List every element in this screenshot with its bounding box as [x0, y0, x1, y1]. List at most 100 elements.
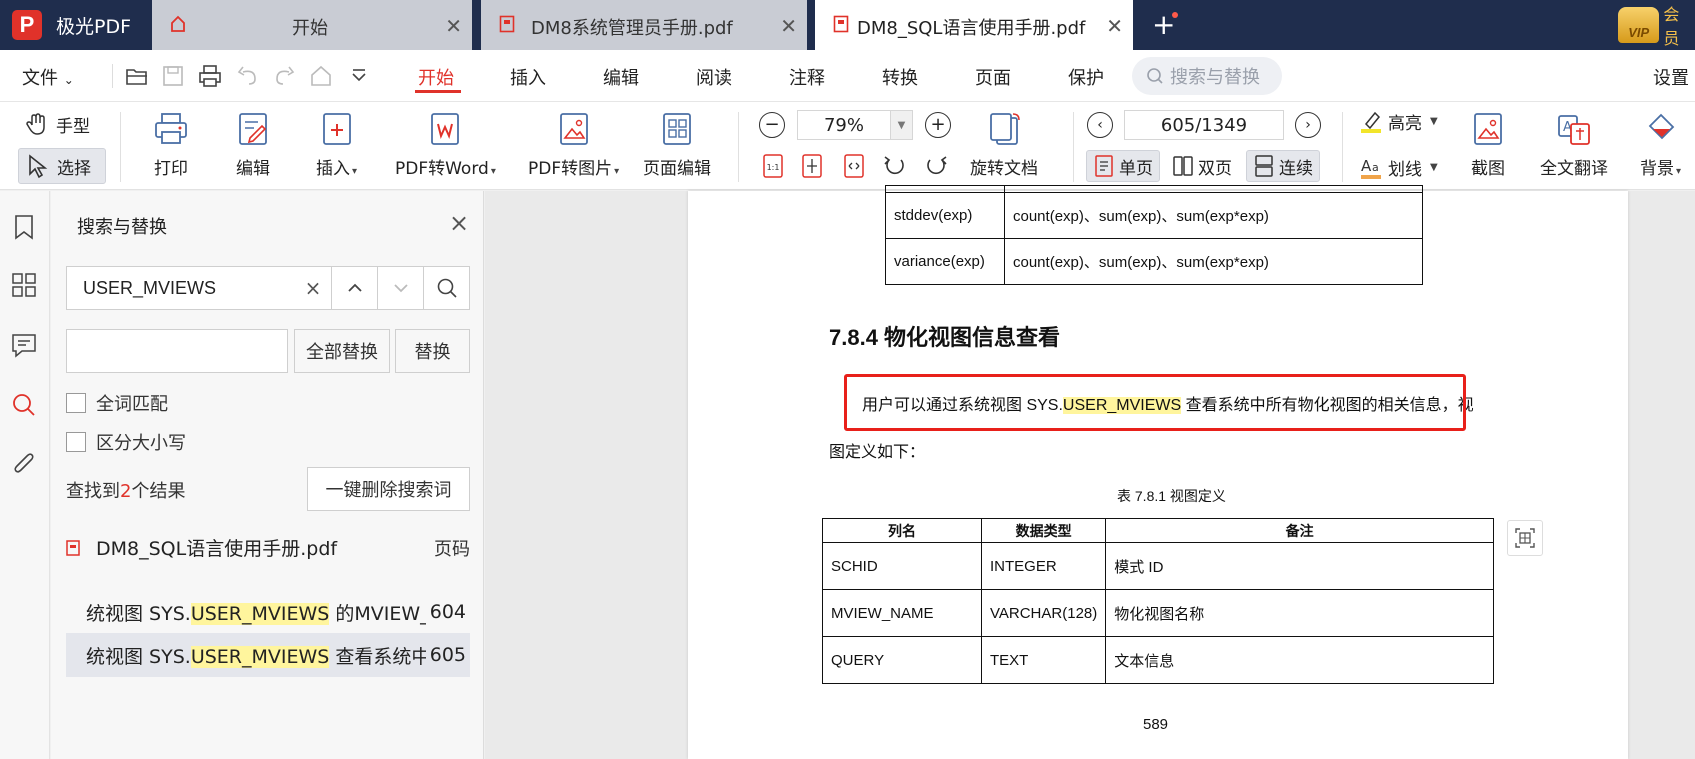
replace-input[interactable]: [66, 329, 288, 373]
customize-dropdown-icon[interactable]: [346, 63, 372, 89]
translate-icon: A: [1558, 115, 1590, 145]
attachment-icon[interactable]: [10, 451, 38, 479]
zoom-in-button[interactable]: +: [925, 112, 951, 138]
tab-dm8-admin-close-icon[interactable]: ✕: [780, 14, 797, 38]
menu-separator: [112, 64, 113, 88]
home-icon[interactable]: [308, 63, 334, 89]
menu-search-box[interactable]: 搜索与替换: [1132, 57, 1282, 95]
translate-button[interactable]: A 全文翻译: [1540, 110, 1608, 179]
search-result-item-selected[interactable]: 统视图 SYS.USER_MVIEWS 查看系统中所 605: [66, 633, 470, 677]
file-menu[interactable]: 文件 ⌄: [22, 64, 74, 90]
zoom-out-button[interactable]: −: [759, 112, 785, 138]
tab-home[interactable]: 开始 ✕: [152, 0, 472, 50]
undo-icon[interactable]: [235, 63, 261, 89]
settings-button[interactable]: 设置: [1653, 64, 1689, 90]
result-page-number: 605: [429, 644, 466, 666]
replace-all-button[interactable]: 全部替换: [294, 329, 390, 373]
match-case-checkbox[interactable]: 区分大小写: [66, 429, 186, 455]
tab-home-label: 开始: [292, 18, 328, 39]
tab-dm8-admin[interactable]: DM8系统管理员手册.pdf ✕: [481, 0, 807, 50]
menu-start[interactable]: 开始: [418, 64, 454, 90]
menu-protect[interactable]: 保护: [1068, 64, 1104, 90]
title-bar: P 极光PDF 开始 ✕ DM8系统管理员手册.pdf ✕ DM8_SQL语言使…: [0, 0, 1695, 50]
menu-active-underline: [415, 90, 461, 93]
screenshot-icon: [1474, 113, 1502, 145]
double-page-view-button[interactable]: 双页: [1166, 150, 1238, 182]
thumbnails-icon[interactable]: [10, 271, 38, 299]
app-logo-area: P 极光PDF: [0, 0, 150, 50]
menu-convert[interactable]: 转换: [882, 64, 918, 90]
menu-page[interactable]: 页面: [975, 64, 1011, 90]
comment-icon[interactable]: [10, 331, 38, 359]
background-button[interactable]: 背景 ▾: [1640, 110, 1681, 179]
table-caption: 表 7.8.1 视图定义: [1117, 488, 1226, 504]
continuous-label: 连续: [1279, 158, 1313, 179]
actual-size-icon[interactable]: 1:1: [759, 152, 787, 180]
search-result-item[interactable]: 统视图 SYS.USER_MVIEWS 的MVIEW_T 604: [66, 590, 470, 634]
table-cell: count(exp)、sum(exp)、sum(exp*exp): [1004, 192, 1423, 239]
fit-width-icon[interactable]: [840, 152, 868, 180]
highlight-button[interactable]: 高亮 ▼: [1358, 108, 1438, 134]
tab-home-close-icon[interactable]: ✕: [445, 14, 462, 38]
insert-button[interactable]: 插入 ▾: [316, 110, 357, 179]
next-result-button[interactable]: [377, 267, 423, 309]
menu-insert[interactable]: 插入: [510, 64, 546, 90]
pdf-to-word-button[interactable]: PDF转Word ▾: [395, 110, 496, 179]
vip-crown-icon: VIP: [1618, 7, 1660, 43]
page-number-input[interactable]: 605/1349: [1124, 110, 1284, 140]
search-icon: [1147, 68, 1163, 84]
whole-word-checkbox[interactable]: 全词匹配: [66, 390, 168, 416]
search-icon[interactable]: [10, 391, 38, 419]
tab-dm8-sql[interactable]: DM8_SQL语言使用手册.pdf ✕: [815, 0, 1133, 50]
chevron-down-icon[interactable]: ▼: [890, 111, 912, 139]
strikethrough-button[interactable]: Aa 划线 ▼: [1358, 154, 1438, 180]
table-recognize-button[interactable]: [1507, 520, 1543, 556]
chevron-down-icon: ▼: [1430, 161, 1438, 173]
background-label: 背景 ▾: [1640, 159, 1682, 179]
chevron-up-icon: [347, 283, 362, 292]
panel-close-icon[interactable]: ×: [449, 209, 469, 237]
clear-search-terms-button[interactable]: 一键删除搜索词: [307, 467, 470, 511]
previous-result-button[interactable]: [331, 267, 377, 309]
select-tool-button[interactable]: 选择: [18, 148, 106, 184]
result-text: 统视图 SYS.USER_MVIEWS 的MVIEW_T: [86, 602, 426, 625]
redo-icon[interactable]: [271, 63, 297, 89]
search-input[interactable]: USER_MVIEWS: [67, 267, 295, 309]
table-row: stddev(exp) count(exp)、sum(exp)、sum(exp*…: [885, 192, 1423, 239]
double-page-label: 双页: [1198, 158, 1232, 179]
single-page-view-button[interactable]: 单页: [1086, 150, 1160, 182]
hand-tool-button[interactable]: 手型: [18, 106, 106, 142]
checkbox-box[interactable]: [66, 432, 86, 452]
paint-bucket-icon: [1648, 113, 1674, 140]
next-page-button[interactable]: ›: [1295, 112, 1321, 138]
page-edit-button[interactable]: 页面编辑: [643, 110, 711, 179]
table-cell: stddev(exp): [885, 192, 1005, 239]
zoom-select[interactable]: 79% ▼: [797, 110, 913, 140]
rotate-document-button[interactable]: 旋转文档: [970, 110, 1038, 179]
screenshot-button[interactable]: 截图: [1469, 110, 1507, 179]
fit-page-icon[interactable]: [798, 152, 826, 180]
menu-edit[interactable]: 编辑: [603, 64, 639, 90]
continuous-view-button[interactable]: 连续: [1246, 150, 1320, 182]
pdf-to-image-button[interactable]: PDF转图片 ▾: [528, 110, 619, 179]
tab-dm8-sql-close-icon[interactable]: ✕: [1106, 14, 1123, 38]
edit-button[interactable]: 编辑: [234, 110, 272, 179]
open-folder-icon[interactable]: [124, 63, 150, 89]
print-button[interactable]: 打印: [152, 110, 190, 179]
save-icon[interactable]: [160, 63, 186, 89]
result-file-header[interactable]: DM8_SQL语言使用手册.pdf 页码: [66, 534, 470, 561]
clear-search-icon[interactable]: ×: [295, 267, 331, 309]
print-label: 打印: [154, 159, 188, 179]
checkbox-box[interactable]: [66, 393, 86, 413]
print-icon[interactable]: [197, 63, 223, 89]
prev-page-button[interactable]: ‹: [1087, 112, 1113, 138]
menu-annotate[interactable]: 注释: [789, 64, 825, 90]
rotate-left-icon[interactable]: [881, 152, 909, 180]
table-cell: SCHID: [822, 542, 982, 590]
replace-button[interactable]: 替换: [395, 329, 470, 373]
search-button[interactable]: [423, 267, 469, 309]
vip-area[interactable]: VIP 会员: [1618, 0, 1695, 50]
bookmark-icon[interactable]: [10, 213, 38, 241]
rotate-right-icon[interactable]: [922, 152, 950, 180]
menu-read[interactable]: 阅读: [696, 64, 732, 90]
